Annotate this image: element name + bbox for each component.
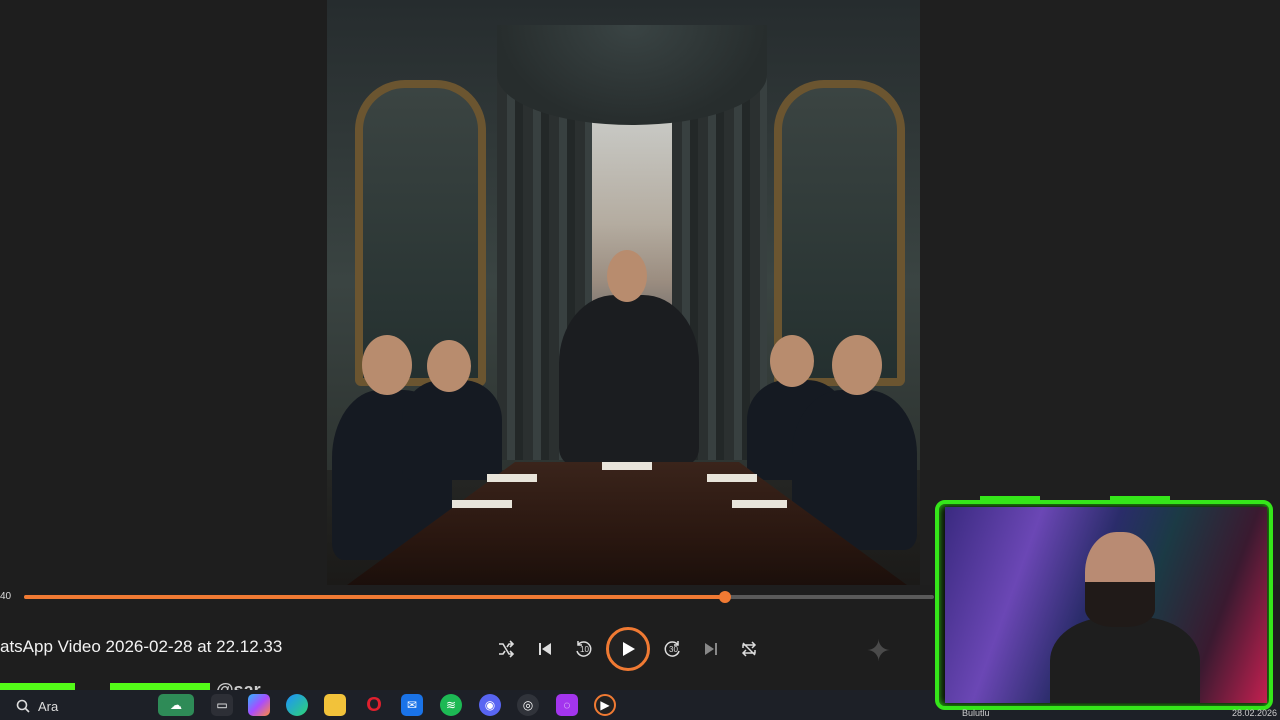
video-scene-paper [452, 500, 512, 508]
folder-icon[interactable] [324, 694, 346, 716]
previous-button[interactable] [532, 636, 558, 662]
search-icon [16, 699, 30, 713]
discord-icon[interactable]: ◉ [479, 694, 501, 716]
taskbar-search[interactable]: Ara [8, 695, 148, 717]
next-icon [705, 643, 717, 655]
shuffle-button[interactable] [493, 636, 519, 662]
spotify-icon[interactable]: ≋ [440, 694, 462, 716]
streamer-beard [1085, 582, 1155, 627]
video-scene-woman-1-head [362, 335, 412, 395]
podcast-icon[interactable]: ◌ [556, 694, 578, 716]
video-scene-man [559, 295, 699, 465]
video-scene-paper [732, 500, 787, 508]
taskbar-date: 28.02.2026 [1232, 708, 1278, 718]
current-time: 40 [0, 591, 12, 602]
video-title: atsApp Video 2026-02-28 at 22.12.33 [0, 637, 283, 656]
video-scene-paper [602, 462, 652, 470]
outlook-icon[interactable]: ✉ [401, 694, 423, 716]
seek-thumb[interactable] [718, 591, 731, 603]
play-button[interactable] [606, 627, 650, 671]
desktop: 40 atsApp Video 2026-02-28 at 22.12.33 1… [0, 0, 1280, 720]
opera-icon[interactable]: O [363, 694, 385, 716]
webcam-feed [945, 507, 1267, 703]
sparkle-icon[interactable]: ✦ [866, 634, 891, 669]
forward-button[interactable]: 30 [660, 636, 686, 662]
edge-icon[interactable] [286, 694, 308, 716]
seek-progress [24, 595, 725, 599]
play-icon [623, 642, 635, 656]
search-placeholder: Ara [38, 698, 59, 714]
webcam-frame-accent [980, 496, 1040, 504]
file-explorer-icon[interactable]: ▭ [211, 694, 233, 716]
right-background [920, 0, 1280, 585]
rewind-seconds: 10 [580, 645, 589, 654]
media-player-icon[interactable]: ▶ [594, 694, 616, 716]
video-scene-woman-2-head [427, 340, 471, 392]
copilot-icon[interactable] [248, 694, 270, 716]
left-background [0, 0, 327, 585]
repeat-button[interactable] [736, 636, 762, 662]
video-scene-woman-4-head [832, 335, 882, 395]
video-scene-man-head [607, 250, 647, 302]
weather-status: Bulutlu [962, 708, 990, 718]
video-scene-paper [487, 474, 537, 482]
seek-bar[interactable] [24, 591, 934, 603]
rewind-button[interactable]: 10 [570, 636, 596, 662]
repeat-icon [741, 641, 757, 657]
widgets-icon[interactable]: ☁ [158, 694, 194, 716]
streamer [1040, 522, 1200, 703]
video-frame[interactable] [327, 0, 920, 585]
next-button[interactable] [698, 636, 724, 662]
forward-seconds: 30 [669, 645, 678, 654]
obs-icon[interactable]: ◎ [517, 694, 539, 716]
video-scene-woman-2 [402, 380, 502, 480]
previous-icon [539, 643, 551, 655]
video-scene-valance [497, 25, 767, 125]
streamer-body [1050, 617, 1200, 703]
webcam-frame-accent [1110, 496, 1170, 504]
shuffle-icon [499, 640, 515, 658]
video-scene-woman-3-head [770, 335, 814, 387]
video-scene-paper [707, 474, 757, 482]
